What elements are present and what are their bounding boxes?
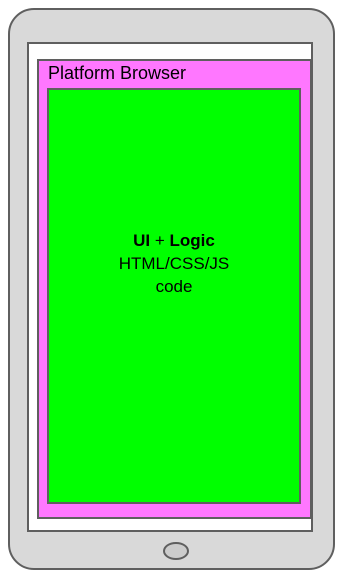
code-text: code [155,277,193,296]
home-button[interactable] [163,542,189,560]
tech-stack-text: HTML/CSS/JS [118,254,230,273]
diagram-canvas: Platform Browser UI + Logic HTML/CSS/JS … [0,0,341,578]
ui-text: UI [133,231,151,250]
app-content-label: UI + Logic HTML/CSS/JS code [47,229,301,298]
app-title-line: UI + Logic [47,229,301,252]
logic-text: Logic [169,231,215,250]
plus-text: + [150,231,170,250]
platform-browser-label: Platform Browser [48,63,187,83]
